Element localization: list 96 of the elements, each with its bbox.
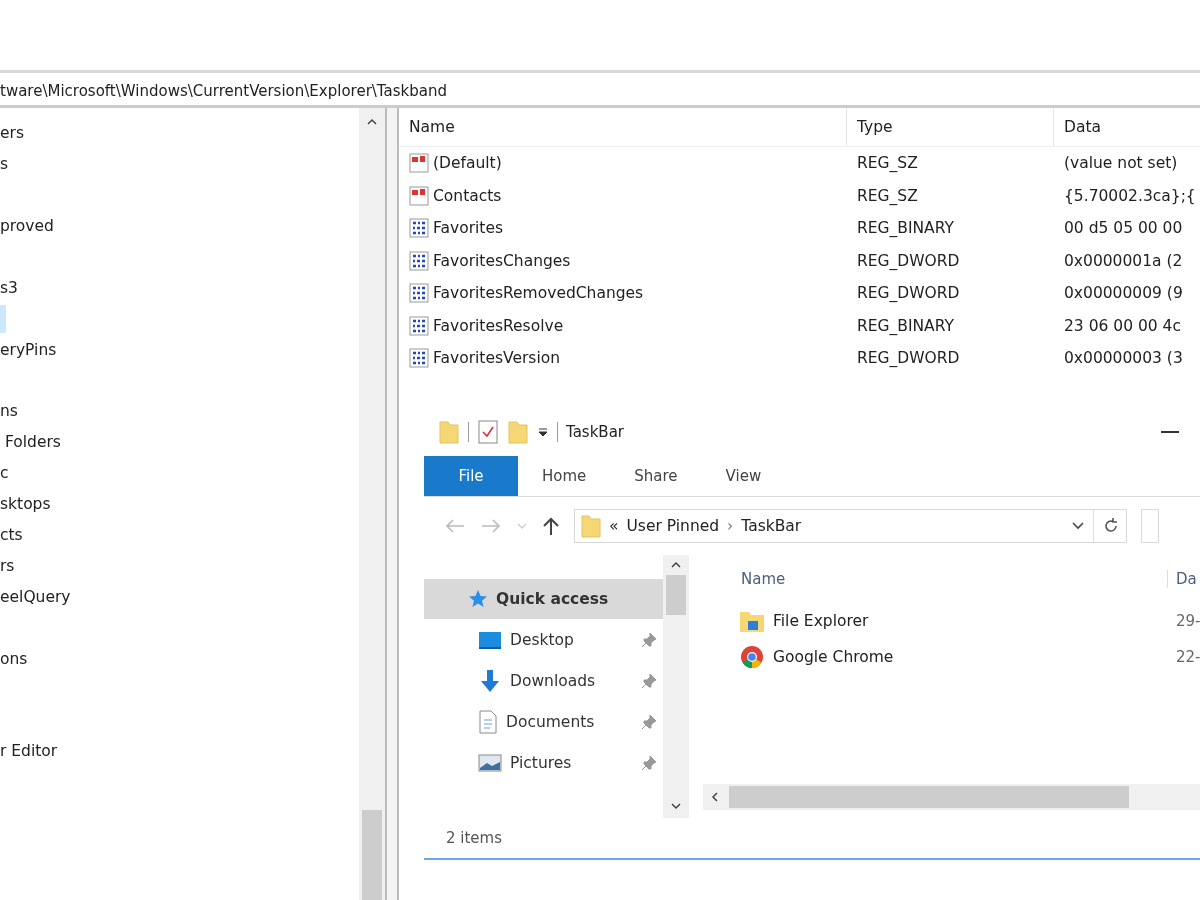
refresh-icon[interactable] [1102, 517, 1120, 535]
binary-value-icon [409, 315, 429, 336]
value-name: FavoritesResolve [433, 316, 564, 335]
tree-item[interactable]: ns [0, 402, 18, 421]
nav-item[interactable]: Downloads [424, 660, 663, 701]
string-value-icon [409, 185, 429, 206]
tree-item[interactable]: s3 [0, 278, 18, 297]
scroll-thumb[interactable] [666, 575, 686, 615]
breadcrumb-item[interactable]: TaskBar [741, 517, 802, 535]
value-type: REG_DWORD [856, 349, 961, 368]
value-name: (Default) [433, 154, 502, 173]
file-date: 22- [1176, 648, 1200, 666]
nav-item[interactable]: Desktop [424, 619, 663, 660]
value-type: REG_DWORD [856, 251, 961, 270]
scroll-thumb[interactable] [729, 786, 1129, 808]
value-name: Favorites [433, 219, 503, 238]
scrollbar[interactable] [663, 555, 689, 818]
tree-item[interactable]: rs [0, 556, 15, 575]
file-item[interactable]: Google Chrome [703, 644, 894, 670]
tree-item[interactable]: s [0, 155, 9, 174]
value-name: FavoritesVersion [433, 349, 560, 368]
tree-item[interactable]: Folders [0, 433, 61, 452]
column-header[interactable]: Name [703, 570, 1141, 588]
selection-highlight[interactable] [0, 304, 6, 333]
nav-item[interactable]: Quick access [424, 579, 663, 619]
chevron-down-icon[interactable] [1071, 521, 1085, 531]
scroll-thumb[interactable] [362, 810, 382, 900]
value-data: 0x00000009 (9 [1063, 284, 1183, 303]
binary-value-icon [409, 218, 429, 239]
desktop-icon [478, 629, 502, 650]
new-folder-icon[interactable] [507, 419, 529, 445]
tree-item[interactable]: cts [0, 526, 23, 544]
properties-icon[interactable] [477, 419, 499, 445]
tree-item[interactable]: c [0, 464, 9, 483]
forward-arrow-icon[interactable] [480, 518, 502, 534]
value-data: 23 06 00 00 4c [1063, 316, 1181, 335]
nav-item[interactable]: Documents [424, 701, 663, 742]
window-title: TaskBar [566, 423, 625, 441]
column-header[interactable]: Da [1167, 570, 1200, 588]
chrome-logo-icon [739, 644, 765, 670]
scroll-up-icon[interactable] [670, 561, 682, 569]
breadcrumb-overflow[interactable]: « [609, 517, 619, 535]
column-header[interactable]: Name [399, 108, 847, 146]
column-header[interactable]: Data [1054, 118, 1101, 136]
value-data: 0x00000003 (3 [1063, 349, 1183, 368]
minimize-icon[interactable] [1161, 430, 1179, 434]
value-type: REG_DWORD [856, 284, 961, 303]
pane-splitter[interactable] [385, 108, 399, 900]
scroll-left-icon[interactable] [711, 791, 719, 803]
value-name: Contacts [433, 186, 502, 205]
value-type: REG_BINARY [856, 316, 955, 335]
tree-item[interactable]: proved [0, 217, 54, 236]
scroll-down-icon[interactable] [670, 802, 682, 810]
value-data: (value not set) [1063, 154, 1178, 173]
folder-shortcut-icon [739, 609, 765, 633]
back-arrow-icon[interactable] [444, 518, 466, 534]
value-data: {5.70002.3ca};{ [1063, 186, 1196, 205]
status-text: 2 items [446, 829, 502, 847]
breadcrumb-item[interactable]: User Pinned [626, 517, 720, 535]
tree-item[interactable]: ons [0, 649, 28, 668]
document-icon [478, 709, 498, 734]
value-name: FavoritesChanges [433, 251, 571, 270]
tree-item[interactable]: r Editor [0, 742, 58, 761]
star-icon [468, 589, 488, 609]
value-type: REG_BINARY [856, 219, 955, 238]
tree-item[interactable]: eryPins [0, 340, 57, 359]
folder-icon [581, 514, 601, 538]
picture-icon [478, 752, 502, 773]
file-date: 29- [1176, 612, 1200, 630]
string-value-icon [409, 153, 429, 174]
value-type: REG_SZ [856, 154, 919, 173]
scroll-up-icon[interactable] [366, 118, 378, 126]
tree-item[interactable]: eelQuery [0, 587, 71, 606]
nav-item[interactable]: Pictures [424, 742, 663, 783]
file-item[interactable]: File Explorer [703, 609, 869, 633]
ribbon-tab[interactable]: File [424, 456, 518, 496]
value-data: 0x0000001a (2 [1063, 251, 1183, 270]
up-arrow-icon[interactable] [542, 516, 560, 536]
binary-value-icon [409, 250, 429, 271]
dropdown-icon[interactable] [537, 426, 549, 438]
folder-icon[interactable] [438, 419, 460, 445]
address-bar[interactable]: tware\Microsoft\Windows\CurrentVersion\Explorer\Taskband [0, 77, 1200, 108]
download-arrow-icon [478, 668, 502, 693]
binary-value-icon [409, 348, 429, 369]
column-header[interactable]: Type [847, 108, 1054, 146]
scrollbar[interactable] [703, 784, 1200, 810]
tree-item[interactable]: sktops [0, 495, 51, 514]
value-type: REG_SZ [856, 186, 919, 205]
address-field[interactable]: « User Pinned › TaskBar [574, 509, 1127, 543]
search-field[interactable] [1141, 509, 1159, 543]
binary-value-icon [409, 283, 429, 304]
scrollbar[interactable] [359, 108, 385, 900]
value-name: FavoritesRemovedChanges [433, 284, 644, 303]
value-data: 00 d5 05 00 00 [1063, 219, 1183, 238]
tree-item[interactable]: ers [0, 124, 24, 143]
breadcrumb-separator: › [727, 517, 734, 535]
